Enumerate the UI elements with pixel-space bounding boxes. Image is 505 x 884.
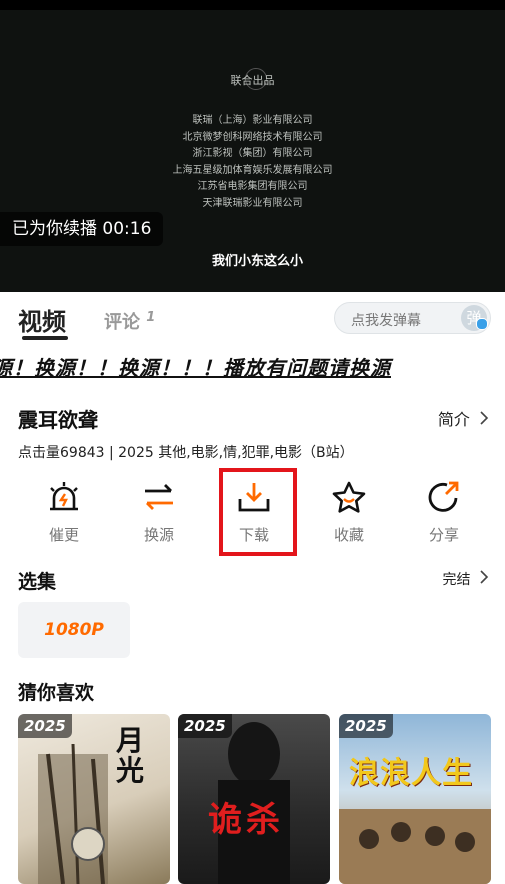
credit-line: 江苏省电影集团有限公司 xyxy=(197,181,308,192)
poster-title: 诡杀 xyxy=(208,800,284,840)
action-label: 换源 xyxy=(143,526,174,544)
show-title: 震耳欲聋 xyxy=(18,408,98,432)
tab-video[interactable]: 视频 xyxy=(18,302,66,337)
intro-label: 简介 xyxy=(437,410,470,429)
comment-count: 1 xyxy=(146,310,156,325)
poster-title: 浪浪人生 xyxy=(349,756,473,791)
danmu-toggle-icon[interactable]: 弹 xyxy=(461,305,488,331)
episode-item[interactable]: 1080P xyxy=(18,602,130,658)
danmu-input[interactable]: 点我发弹幕 弹 xyxy=(334,302,491,334)
notice-text: 源！换源！！换源！！！播放有问题请换源 xyxy=(0,356,391,380)
chevron-right-icon xyxy=(480,411,489,425)
action-label: 收藏 xyxy=(333,526,364,544)
poster-year: 2025 xyxy=(18,714,72,738)
credit-line: 天津联瑞影业有限公司 xyxy=(202,197,303,209)
swap-icon xyxy=(145,484,173,510)
credit-line: 上海五星级加体育娱乐发展有限公司 xyxy=(172,164,333,176)
recommend-poster[interactable]: 2025 诡杀 xyxy=(178,714,330,884)
tab-comments[interactable]: 评论 1 xyxy=(104,308,155,334)
episodes-title: 选集 xyxy=(18,571,57,593)
danmu-placeholder: 点我发弹幕 xyxy=(351,313,421,329)
download-highlight-box xyxy=(219,468,297,556)
share-icon xyxy=(428,481,459,512)
notice-marquee: 源！换源！！换源！！！播放有问题请换源 xyxy=(0,352,505,382)
recommend-poster[interactable]: 2025 浪浪人生 xyxy=(339,714,491,884)
video-subtitle: 我们小东这么小 xyxy=(211,254,303,269)
poster-art xyxy=(339,809,491,884)
credit-line: 浙江影视（集团）有限公司 xyxy=(192,148,313,159)
episodes-more-link[interactable]: 完结 xyxy=(443,569,489,589)
credit-line: 北京微梦创科网络技术有限公司 xyxy=(182,131,323,143)
action-label: 催更 xyxy=(48,526,79,544)
resume-playback-toast: 已为你续播 00:16 xyxy=(0,212,164,246)
action-label: 分享 xyxy=(428,526,459,544)
poster-year: 2025 xyxy=(178,714,232,738)
credits-title: 联合出品 xyxy=(230,74,275,87)
credit-line: 联瑞（上海）影业有限公司 xyxy=(192,115,313,126)
video-credits: 联合出品 联瑞（上海）影业有限公司 北京微梦创科网络技术有限公司 浙江影视（集团… xyxy=(0,72,505,212)
star-icon xyxy=(332,481,366,513)
active-tab-indicator xyxy=(22,336,68,340)
poster-year: 2025 xyxy=(339,714,393,738)
urge-update-button[interactable]: 催更 xyxy=(26,470,102,560)
chevron-right-icon xyxy=(480,570,489,584)
share-button[interactable]: 分享 xyxy=(406,470,482,560)
poster-title: 月光 xyxy=(116,724,145,787)
show-meta: 点击量69843 | 2025 其他,电影,情,犯罪,电影（B站） xyxy=(18,445,354,461)
episodes-status: 完结 xyxy=(442,572,471,588)
favorite-button[interactable]: 收藏 xyxy=(311,470,387,560)
tab-comments-label: 评论 xyxy=(104,312,140,333)
video-player[interactable]: 联合出品 联瑞（上海）影业有限公司 北京微梦创科网络技术有限公司 浙江影视（集团… xyxy=(0,10,505,292)
recommend-title: 猜你喜欢 xyxy=(18,682,95,704)
status-bar xyxy=(0,0,505,10)
poster-art xyxy=(38,743,108,884)
intro-link[interactable]: 简介 xyxy=(438,406,489,430)
recommend-poster[interactable]: 2025 月光 xyxy=(18,714,170,884)
alarm-icon xyxy=(50,482,78,511)
switch-source-button[interactable]: 换源 xyxy=(121,470,197,560)
